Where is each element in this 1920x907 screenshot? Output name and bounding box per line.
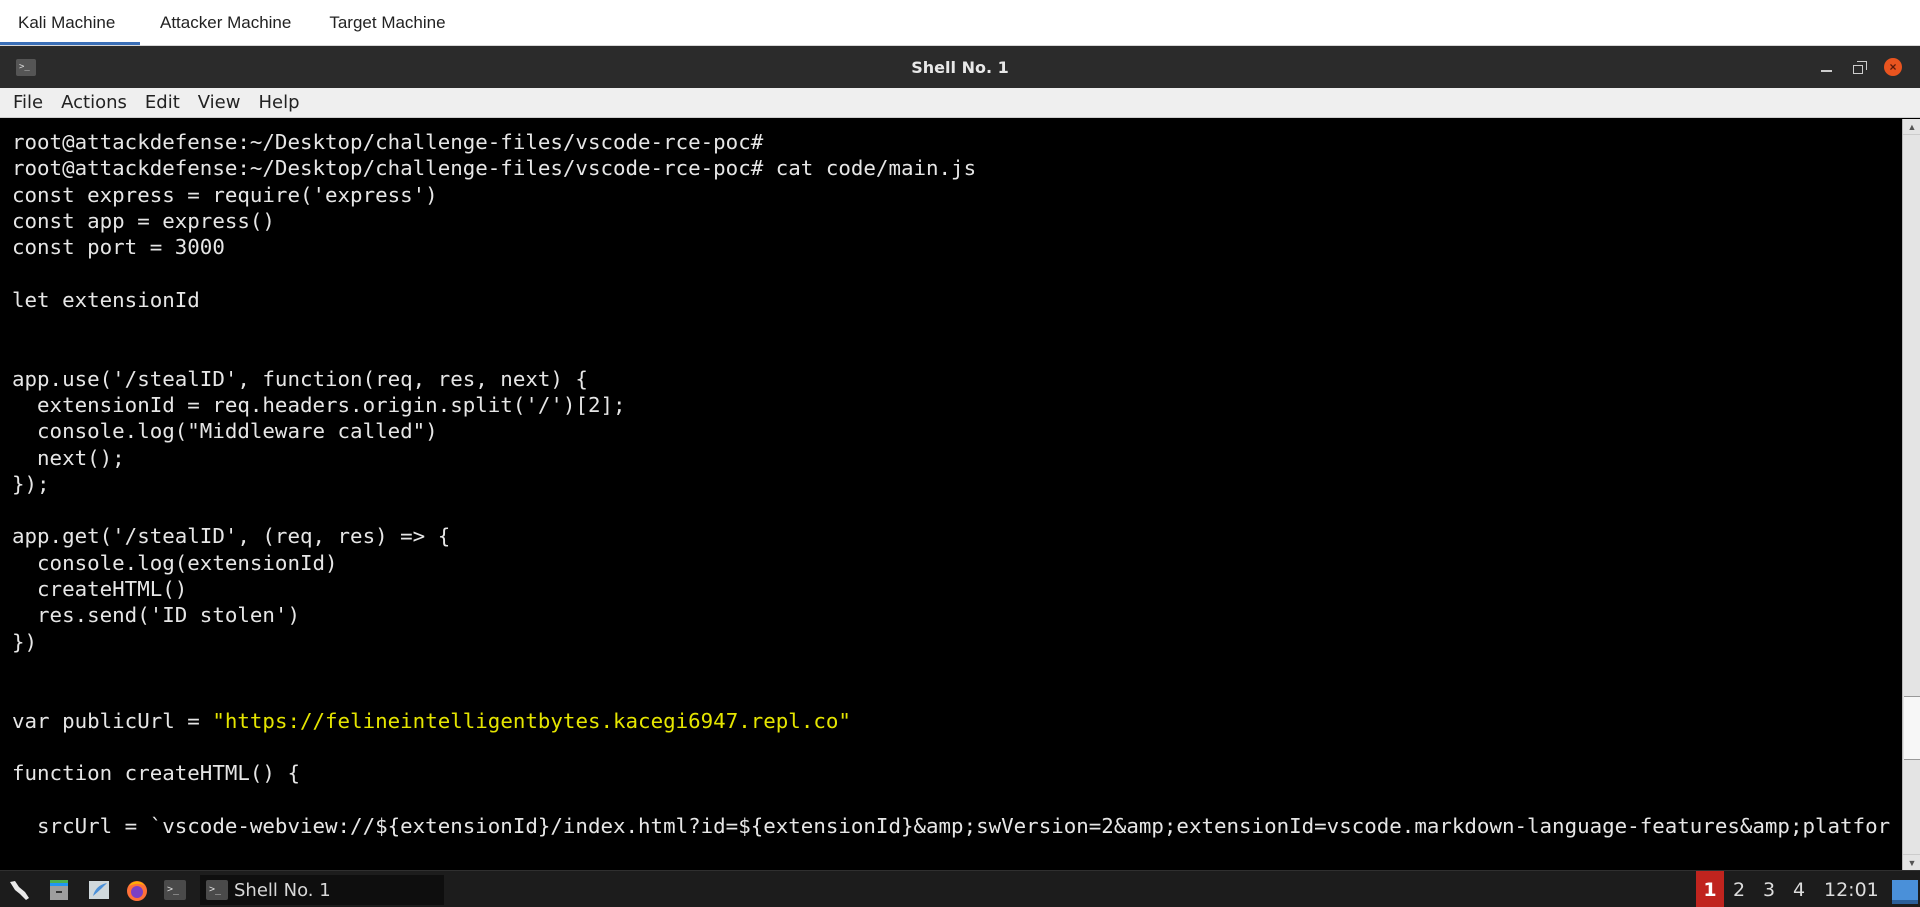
file-manager-icon[interactable]	[46, 877, 72, 903]
minimize-button[interactable]	[1816, 57, 1836, 77]
arrow-down-icon: ▼	[1907, 857, 1917, 868]
terminal-line: root@attackdefense:~/Desktop/challenge-f…	[12, 155, 1902, 181]
terminal-icon: >_	[206, 880, 228, 900]
kali-menu-icon[interactable]	[6, 877, 32, 903]
machine-tabs: Kali Machine Attacker Machine Target Mac…	[0, 0, 1920, 46]
terminal-line-text: next();	[12, 445, 125, 470]
workspace-2[interactable]: 2	[1724, 871, 1754, 907]
terminal-launcher-icon[interactable]: >_	[162, 877, 188, 903]
terminal-line: const app = express()	[12, 208, 1902, 234]
terminal-line: console.log(extensionId)	[12, 550, 1902, 576]
terminal-line: extensionId = req.headers.origin.split('…	[12, 392, 1902, 418]
close-button[interactable]: ×	[1884, 58, 1902, 76]
workspace-switcher: 1 2 3 4	[1696, 871, 1814, 907]
workspace-3[interactable]: 3	[1754, 871, 1784, 907]
task-label: Shell No. 1	[234, 879, 331, 901]
terminal-line-text: root@attackdefense:~/Desktop/challenge-f…	[12, 156, 977, 181]
tab-target-machine[interactable]: Target Machine	[311, 0, 463, 45]
terminal-line: var publicUrl = "https://felineintellige…	[12, 708, 1902, 734]
tab-kali-machine[interactable]: Kali Machine	[0, 0, 140, 45]
window-title: Shell No. 1	[911, 57, 1009, 77]
terminal-line-text: res.send('ID stolen')	[12, 603, 300, 628]
scroll-up-button[interactable]: ▲	[1903, 119, 1920, 135]
terminal-line-text: root@attackdefense:~/Desktop/challenge-f…	[12, 130, 764, 154]
terminal-line: const express = require('express')	[12, 182, 1902, 208]
terminal-scrollbar[interactable]: ▲ ▼	[1902, 119, 1920, 870]
terminal-line-text: });	[12, 471, 50, 496]
text-editor-icon[interactable]	[86, 877, 112, 903]
terminal-line-text: srcUrl = `vscode-webview://${extensionId…	[12, 813, 1891, 838]
terminal-line: res.send('ID stolen')	[12, 602, 1902, 628]
taskbar: >_ >_ Shell No. 1 1 2 3 4 12:01	[0, 870, 1920, 907]
arrow-up-icon: ▲	[1907, 121, 1917, 132]
terminal-line-text: console.log("Middleware called")	[12, 419, 438, 444]
workspace-4[interactable]: 4	[1784, 871, 1814, 907]
maximize-icon	[1853, 60, 1867, 74]
show-desktop-icon[interactable]	[1892, 880, 1918, 904]
menu-edit[interactable]: Edit	[136, 92, 189, 113]
close-icon: ×	[1889, 60, 1897, 74]
menu-help[interactable]: Help	[249, 92, 308, 113]
workspace-1[interactable]: 1	[1696, 871, 1724, 907]
terminal-line: app.use('/stealID', function(req, res, n…	[12, 366, 1902, 392]
string-literal: "https://felineintelligentbytes.kacegi69…	[212, 708, 851, 733]
terminal-line: });	[12, 471, 1902, 497]
clock[interactable]: 12:01	[1824, 871, 1879, 907]
terminal-line-text: var publicUrl =	[12, 708, 213, 733]
terminal-output[interactable]: root@attackdefense:~/Desktop/challenge-f…	[0, 119, 1902, 870]
terminal-line-text: function createHTML() {	[12, 761, 300, 786]
terminal-line-text: extensionId = req.headers.origin.split('…	[12, 392, 626, 417]
firefox-icon[interactable]	[124, 877, 150, 903]
scroll-down-button[interactable]: ▼	[1903, 854, 1920, 870]
terminal-line: createHTML()	[12, 576, 1902, 602]
menubar: File Actions Edit View Help	[0, 88, 1920, 118]
terminal-line-text: app.use('/stealID', function(req, res, n…	[12, 366, 588, 391]
terminal-line: app.get('/stealID', (req, res) => {	[12, 523, 1902, 549]
terminal-line-text: const app = express()	[12, 208, 275, 233]
menu-view[interactable]: View	[189, 92, 250, 113]
tab-attacker-machine[interactable]: Attacker Machine	[140, 0, 311, 45]
scrollbar-thumb[interactable]	[1904, 696, 1920, 760]
terminal-icon[interactable]: >_	[16, 59, 36, 76]
terminal-line: console.log("Middleware called")	[12, 418, 1902, 444]
terminal-line-text: createHTML()	[12, 577, 188, 602]
terminal-line-text: })	[12, 629, 38, 654]
menu-file[interactable]: File	[4, 92, 52, 113]
terminal-line-text: const port = 3000	[12, 235, 225, 260]
terminal-line-text: const express = require('express')	[12, 182, 438, 207]
maximize-button[interactable]	[1850, 57, 1870, 77]
terminal-line-text: app.get('/stealID', (req, res) => {	[12, 524, 451, 549]
terminal-line: let extensionId	[12, 287, 1902, 313]
terminal-line: function createHTML() {	[12, 760, 1902, 786]
terminal-line: srcUrl = `vscode-webview://${extensionId…	[12, 813, 1902, 839]
terminal-line: next();	[12, 445, 1902, 471]
menu-actions[interactable]: Actions	[52, 92, 136, 113]
terminal-line: root@attackdefense:~/Desktop/challenge-f…	[12, 129, 1902, 155]
minimize-icon	[1820, 70, 1832, 72]
terminal-line-text: let extensionId	[12, 287, 200, 312]
window-titlebar[interactable]: >_ Shell No. 1 ×	[0, 46, 1920, 88]
terminal-line: })	[12, 629, 1902, 655]
terminal-line-text: console.log(extensionId)	[12, 550, 338, 575]
terminal-line: const port = 3000	[12, 234, 1902, 260]
taskbar-task-shell[interactable]: >_ Shell No. 1	[200, 875, 444, 905]
